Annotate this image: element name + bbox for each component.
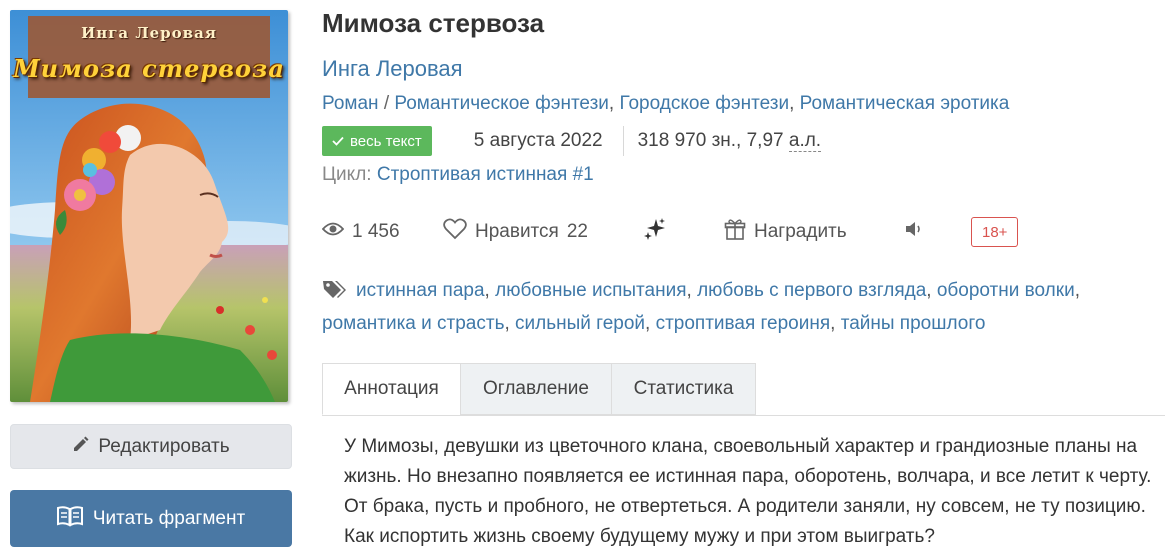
age-rating: 18+: [971, 216, 1019, 248]
stats-row: 1 456 Нравится 22 Наградить 18+: [321, 216, 1042, 248]
cycle-label: Цикл:: [322, 164, 372, 185]
tag-link[interactable]: строптивая героиня: [656, 313, 831, 334]
tab-annotation[interactable]: Аннотация: [322, 363, 461, 415]
full-text-badge: весь текст: [322, 126, 432, 156]
tag-link[interactable]: истинная пара: [356, 280, 485, 301]
cycle-info: Цикл: Строптивая истинная #1: [322, 164, 594, 186]
genre-link[interactable]: Городское фэнтези: [619, 93, 789, 114]
speaker-icon: [904, 220, 924, 244]
left-column: Инга Леровая Мимоза стервоза Редактирова…: [10, 10, 292, 547]
genre-separator: /: [383, 93, 390, 114]
eye-icon: [321, 221, 345, 243]
tab-statistics[interactable]: Статистика: [611, 363, 756, 415]
views-count: 1 456: [352, 221, 400, 242]
like-button[interactable]: Нравится 22: [443, 216, 588, 248]
cover-author-text: Инга Леровая: [81, 24, 217, 42]
cover-title-text: Мимоза стервоза: [13, 54, 285, 83]
tab-contents[interactable]: Оглавление: [460, 363, 612, 415]
read-fragment-button[interactable]: Читать фрагмент: [10, 490, 292, 547]
edit-button-label: Редактировать: [98, 435, 230, 457]
tag-icon: [322, 279, 348, 309]
age-rating-badge: 18+: [971, 217, 1019, 247]
read-fragment-label: Читать фрагмент: [92, 507, 246, 529]
heart-icon: [443, 218, 467, 246]
gift-icon: [724, 218, 746, 246]
pencil-icon: [72, 435, 90, 459]
sparkles-icon: [643, 217, 667, 247]
award-button[interactable]: Наградить: [724, 216, 847, 248]
cycle-link[interactable]: Строптивая истинная #1: [377, 164, 594, 185]
book-cover[interactable]: Инга Леровая Мимоза стервоза: [10, 10, 288, 402]
tag-link[interactable]: оборотни волки: [937, 280, 1075, 301]
audio-button[interactable]: [904, 216, 924, 248]
text-size: 318 970 зн., 7,97 а.л.: [637, 130, 822, 152]
publish-date: 5 августа 2022: [473, 130, 603, 151]
annotation-text: У Мимозы, девушки из цветочного клана, с…: [344, 436, 1152, 547]
meta-row: весь текст 5 августа 2022 318 970 зн., 7…: [322, 126, 822, 156]
author-sheets-unit: а.л.: [788, 130, 822, 152]
edit-button[interactable]: Редактировать: [10, 424, 292, 469]
tag-link[interactable]: любовь с первого взгляда: [697, 280, 926, 301]
genre-link[interactable]: Романтическое фэнтези: [394, 93, 609, 114]
tabs-bar: Аннотация Оглавление Статистика: [322, 363, 1165, 416]
sparkles-button[interactable]: [643, 216, 667, 248]
genre-link-main[interactable]: Роман: [322, 93, 379, 114]
like-count: 22: [566, 221, 588, 242]
tag-list: истинная пара, любовные испытания, любов…: [322, 279, 1080, 334]
genre-link[interactable]: Романтическая эротика: [800, 93, 1010, 114]
full-text-label: весь текст: [350, 132, 422, 150]
tag-link[interactable]: любовные испытания: [495, 280, 686, 301]
tag-link[interactable]: сильный герой: [515, 313, 645, 334]
genre-list: Роман / Романтическое фэнтези, Городское…: [322, 93, 1010, 114]
views-counter: 1 456: [321, 216, 400, 248]
text-size-chars: 318 970 зн., 7,97: [637, 130, 784, 151]
divider: [622, 126, 624, 156]
award-label: Наградить: [754, 221, 847, 242]
book-title: Мимоза стервоза: [322, 8, 545, 38]
tag-link[interactable]: тайны прошлого: [841, 313, 986, 334]
check-icon: [332, 133, 344, 150]
book-open-icon: [56, 505, 83, 533]
tag-link[interactable]: романтика и страсть: [322, 313, 504, 334]
like-label: Нравится: [475, 221, 559, 242]
author-link[interactable]: Инга Леровая: [322, 56, 463, 82]
